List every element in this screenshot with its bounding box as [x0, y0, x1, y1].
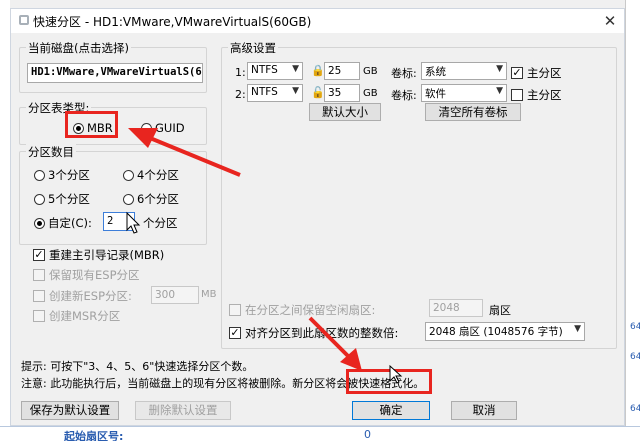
arrow-shaft — [149, 136, 241, 177]
annotation-arrows — [126, 128, 403, 384]
mouse-cursor-icon — [126, 211, 141, 234]
arrow-shaft — [308, 316, 354, 362]
mouse-cursor-icon — [389, 364, 403, 384]
